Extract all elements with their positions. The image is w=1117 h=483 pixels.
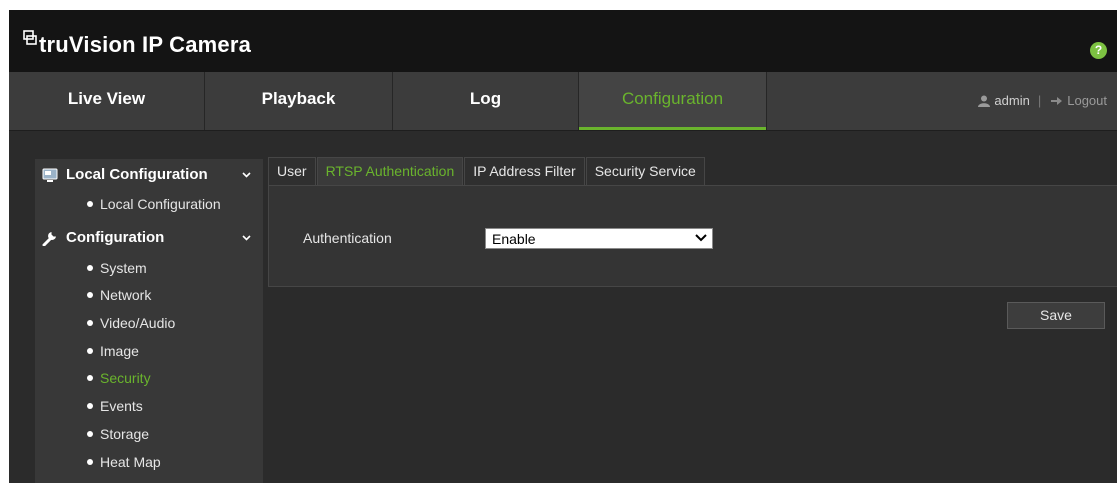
sidebar-item-label: Heat Map — [100, 454, 161, 470]
app-window: truVision IP Camera ? Live View Playback… — [9, 10, 1117, 483]
sidebar-item-label: Storage — [100, 426, 150, 442]
bullet-icon — [87, 201, 93, 207]
bullet-icon — [87, 292, 93, 298]
logout-label: Logout — [1067, 93, 1107, 108]
sidebar-item-label: Image — [100, 343, 139, 359]
main-nav: Live View Playback Log Configuration adm… — [9, 72, 1117, 131]
sidebar: Local Configuration Local Configuration … — [35, 159, 263, 483]
authentication-value: Enable — [492, 231, 536, 247]
logo: truVision IP Camera — [23, 28, 251, 58]
content-tabs: User RTSP Authentication IP Address Filt… — [268, 157, 706, 185]
tab-label: Log — [469, 89, 502, 108]
save-button[interactable]: Save — [1007, 302, 1105, 329]
chevron-down-icon — [242, 172, 251, 178]
bullet-icon — [87, 431, 93, 437]
sidebar-group-label: Configuration — [66, 229, 165, 246]
tab-live-view[interactable]: Live View — [9, 72, 205, 130]
sidebar-item-label: Security — [100, 370, 151, 386]
username: admin — [994, 93, 1030, 108]
authentication-label: Authentication — [303, 230, 392, 246]
tab-security-service[interactable]: Security Service — [585, 157, 705, 185]
sidebar-item-video-audio[interactable]: Video/Audio — [35, 310, 263, 337]
bullet-icon — [87, 320, 93, 326]
wrench-icon — [42, 232, 56, 246]
active-tab-indicator — [579, 127, 766, 130]
tab-playback[interactable]: Playback — [205, 72, 393, 130]
chevron-down-icon — [242, 235, 251, 241]
user-separator: | — [1037, 93, 1042, 108]
bullet-icon — [87, 265, 93, 271]
sidebar-item-label: Network — [100, 287, 152, 303]
logo-mark-icon — [23, 30, 37, 45]
sidebar-item-label: Events — [100, 398, 143, 414]
sidebar-item-image[interactable]: Image — [35, 338, 263, 365]
user-box: admin | Logout — [978, 72, 1107, 130]
chevron-down-icon — [695, 234, 707, 242]
tab-user[interactable]: User — [268, 157, 316, 185]
sidebar-group-configuration[interactable]: Configuration — [35, 222, 263, 254]
sidebar-group-local-configuration[interactable]: Local Configuration — [35, 159, 263, 191]
sidebar-item-storage[interactable]: Storage — [35, 421, 263, 448]
tab-label: Live View — [67, 89, 146, 108]
tab-log[interactable]: Log — [393, 72, 579, 130]
computer-icon — [42, 168, 58, 182]
help-icon[interactable]: ? — [1090, 42, 1107, 59]
sidebar-item-label: Local Configuration — [100, 196, 221, 212]
tab-label: Configuration — [621, 89, 724, 108]
sidebar-item-heat-map[interactable]: Heat Map — [35, 449, 263, 476]
sidebar-item-system[interactable]: System — [35, 255, 263, 282]
logout-link[interactable]: Logout — [1051, 74, 1107, 128]
authentication-select[interactable]: Enable — [485, 228, 713, 249]
bullet-icon — [87, 403, 93, 409]
tab-ip-address-filter[interactable]: IP Address Filter — [464, 157, 585, 185]
tab-label: Playback — [261, 89, 336, 108]
tab-rtsp-authentication[interactable]: RTSP Authentication — [316, 157, 464, 185]
sidebar-item-events[interactable]: Events — [35, 393, 263, 420]
bullet-icon — [87, 375, 93, 381]
bullet-icon — [87, 459, 93, 465]
user-icon — [978, 95, 991, 107]
header: truVision IP Camera ? — [9, 10, 1117, 72]
bullet-icon — [87, 348, 93, 354]
sidebar-item-network[interactable]: Network — [35, 282, 263, 309]
sidebar-group-label: Local Configuration — [66, 166, 208, 183]
brand-title: truVision IP Camera — [39, 32, 252, 57]
logout-icon — [1051, 97, 1063, 105]
sidebar-item-label: System — [100, 260, 147, 276]
sidebar-item-security[interactable]: Security — [35, 365, 263, 392]
tab-configuration[interactable]: Configuration — [579, 72, 767, 130]
sidebar-item-label: Video/Audio — [100, 315, 176, 331]
sidebar-item-local-configuration[interactable]: Local Configuration — [35, 191, 263, 218]
